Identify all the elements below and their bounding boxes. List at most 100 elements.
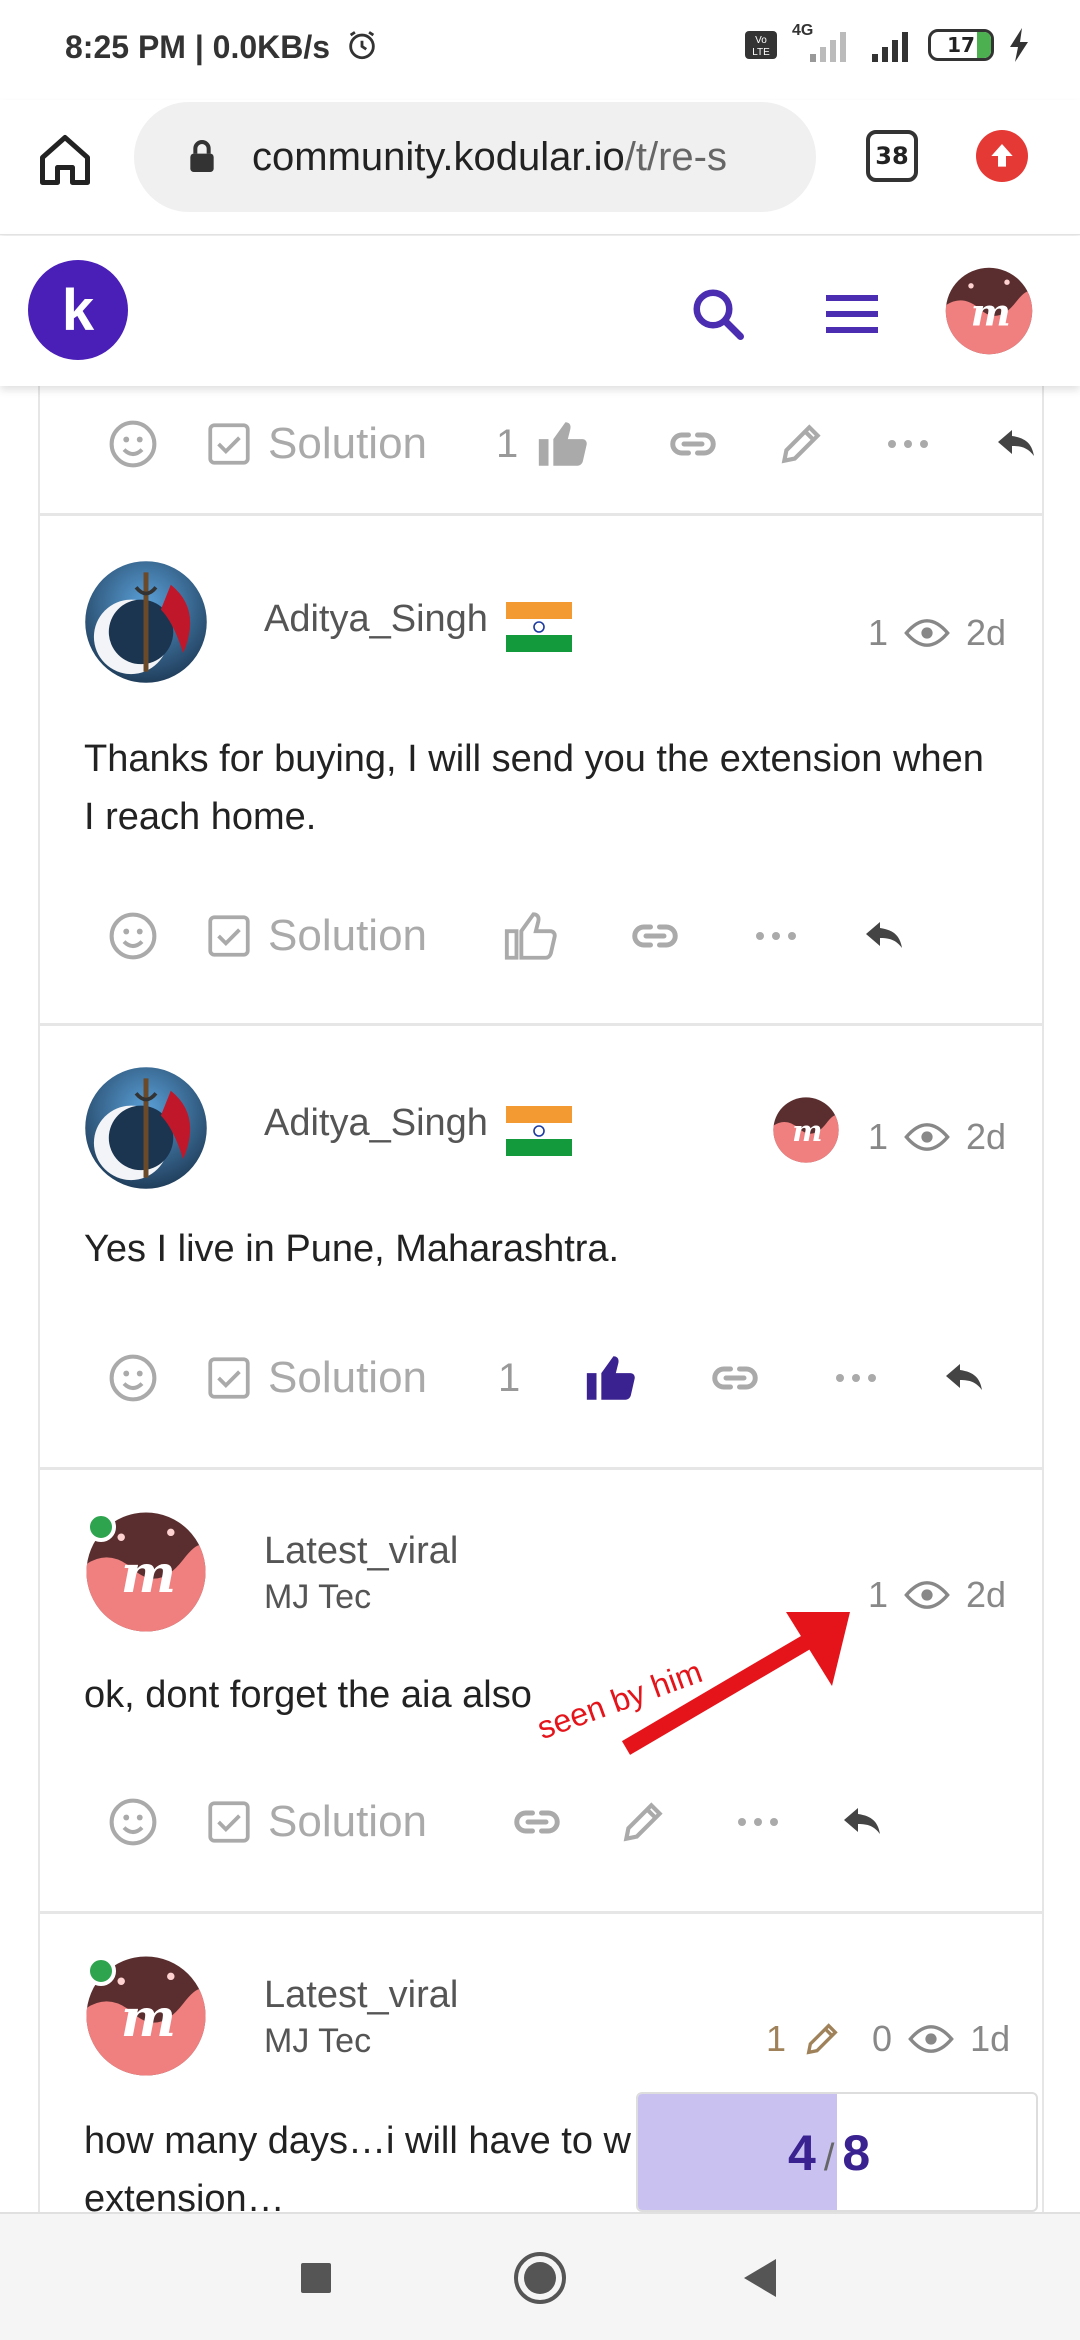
eye-icon: [904, 1123, 950, 1151]
eye-icon: [908, 2025, 954, 2053]
solution-label: Solution: [268, 419, 428, 468]
pencil-icon: [781, 424, 821, 464]
tab-count: 38: [875, 142, 909, 170]
kodular-logo[interactable]: k: [28, 260, 128, 360]
hamburger-menu-icon[interactable]: [824, 288, 880, 338]
address-bar[interactable]: community.kodular.io/t/re-s: [134, 102, 816, 212]
more-button[interactable]: [886, 414, 930, 474]
solution-button[interactable]: Solution: [204, 414, 427, 474]
more-button[interactable]: [834, 1348, 878, 1408]
checkbox-icon: [208, 915, 250, 957]
user-avatar[interactable]: m: [944, 266, 1034, 356]
smiley-icon: [109, 912, 157, 960]
recents-button[interactable]: [286, 2248, 346, 2308]
update-button[interactable]: [976, 130, 1028, 182]
url-path: /t/re-s: [624, 134, 727, 179]
thumbs-up-icon: [587, 1356, 636, 1400]
author-name[interactable]: Aditya_Singh: [264, 1102, 488, 1145]
post-counter: 4 / 8: [788, 2124, 870, 2182]
topic-feed: Solution 1 Aditya_Singh 1 2d Thanks for …: [38, 386, 1044, 2212]
counter-separator: /: [823, 2137, 835, 2179]
post-age[interactable]: 1d: [970, 2018, 1010, 2060]
share-link-button[interactable]: [708, 1348, 762, 1408]
post-meta: 1 2d: [868, 1574, 1006, 1616]
like-button[interactable]: 1: [496, 414, 592, 474]
view-count: 1: [868, 612, 889, 653]
post-meta: 1 0 1d: [766, 2018, 1010, 2060]
circle-icon: [514, 2252, 566, 2304]
home-nav-button[interactable]: [510, 2248, 570, 2308]
post-item: Aditya_Singh m 1 2d Yes I live in Pune, …: [40, 1026, 1042, 1470]
post-age[interactable]: 2d: [966, 1574, 1006, 1616]
author-name[interactable]: Latest_viral: [264, 1530, 458, 1573]
status-time-text: 8:25 PM | 0.0KB/s: [65, 29, 331, 65]
reaction-button[interactable]: [106, 1792, 160, 1852]
smiley-icon: [109, 1354, 157, 1402]
edit-button[interactable]: [776, 414, 826, 474]
reply-to-avatar[interactable]: m: [772, 1096, 840, 1164]
post-age[interactable]: 2d: [966, 1116, 1006, 1158]
search-icon[interactable]: [688, 284, 748, 344]
pencil-icon: [623, 1802, 663, 1842]
post-age[interactable]: 2d: [966, 612, 1006, 654]
topic-progress[interactable]: 4 / 8: [636, 2092, 1038, 2212]
eye-icon: [904, 1581, 950, 1609]
tab-switcher-button[interactable]: 38: [866, 130, 918, 182]
checkbox-icon: [208, 1801, 250, 1843]
share-link-button[interactable]: [510, 1792, 564, 1852]
author-name[interactable]: Aditya_Singh: [264, 598, 488, 641]
reply-button[interactable]: [860, 906, 908, 966]
like-button[interactable]: [502, 906, 560, 966]
author-subtitle: MJ Tec: [264, 1578, 372, 1616]
edit-button[interactable]: [618, 1792, 668, 1852]
current-post: 4: [788, 2125, 816, 2181]
reply-button[interactable]: [940, 1348, 988, 1408]
solution-label: Solution: [268, 1797, 428, 1846]
share-link-button[interactable]: [666, 414, 720, 474]
triangle-back-icon: [744, 2259, 776, 2297]
solution-label: Solution: [268, 1353, 428, 1402]
ellipsis-icon: [738, 1818, 778, 1826]
reply-icon: [946, 1364, 982, 1390]
reply-button[interactable]: [838, 1792, 886, 1852]
more-button[interactable]: [736, 1792, 780, 1852]
reaction-button[interactable]: [106, 414, 160, 474]
smiley-icon: [109, 1798, 157, 1846]
edit-count[interactable]: 1: [766, 2018, 786, 2060]
link-icon: [632, 924, 678, 948]
online-status-indicator: [86, 1956, 116, 1986]
url-domain: community.kodular.io: [252, 134, 625, 179]
alarm-icon: [349, 31, 375, 60]
volte-icon: VoLTE: [745, 31, 777, 59]
home-button[interactable]: [30, 125, 100, 195]
more-button[interactable]: [754, 906, 798, 966]
ellipsis-icon: [756, 932, 796, 940]
solution-button[interactable]: Solution: [204, 1792, 427, 1852]
reaction-button[interactable]: [106, 1348, 160, 1408]
reply-button[interactable]: [992, 414, 1040, 474]
author-name[interactable]: Latest_viral: [264, 1974, 458, 2017]
reaction-button[interactable]: [106, 906, 160, 966]
link-icon: [712, 1366, 758, 1390]
like-count: 1: [498, 1355, 521, 1400]
like-button[interactable]: 1: [498, 1348, 640, 1408]
solution-button[interactable]: Solution: [204, 1348, 427, 1408]
author-avatar[interactable]: [84, 1066, 208, 1190]
arrow-up-icon: [991, 144, 1013, 167]
view-count: 1: [868, 1116, 889, 1157]
author-subtitle: MJ Tec: [264, 2022, 372, 2060]
post-body: Thanks for buying, I will send you the e…: [84, 738, 984, 838]
post-actions: Solution: [40, 896, 1042, 976]
author-avatar[interactable]: [84, 560, 208, 684]
share-link-button[interactable]: [628, 906, 682, 966]
link-icon: [670, 432, 716, 456]
back-button[interactable]: [730, 2248, 790, 2308]
battery-indicator: 17: [928, 29, 994, 61]
post-meta: 1 2d: [868, 1116, 1006, 1158]
post-item: Solution 1: [40, 386, 1042, 516]
solution-button[interactable]: Solution: [204, 906, 427, 966]
post-body: Yes I live in Pune, Maharashtra.: [84, 1228, 620, 1270]
eye-icon: [904, 619, 950, 647]
post-item: m Latest_viral MJ Tec 1 2d ok, dont forg…: [40, 1470, 1042, 1914]
post-actions: Solution 1: [40, 404, 1042, 484]
